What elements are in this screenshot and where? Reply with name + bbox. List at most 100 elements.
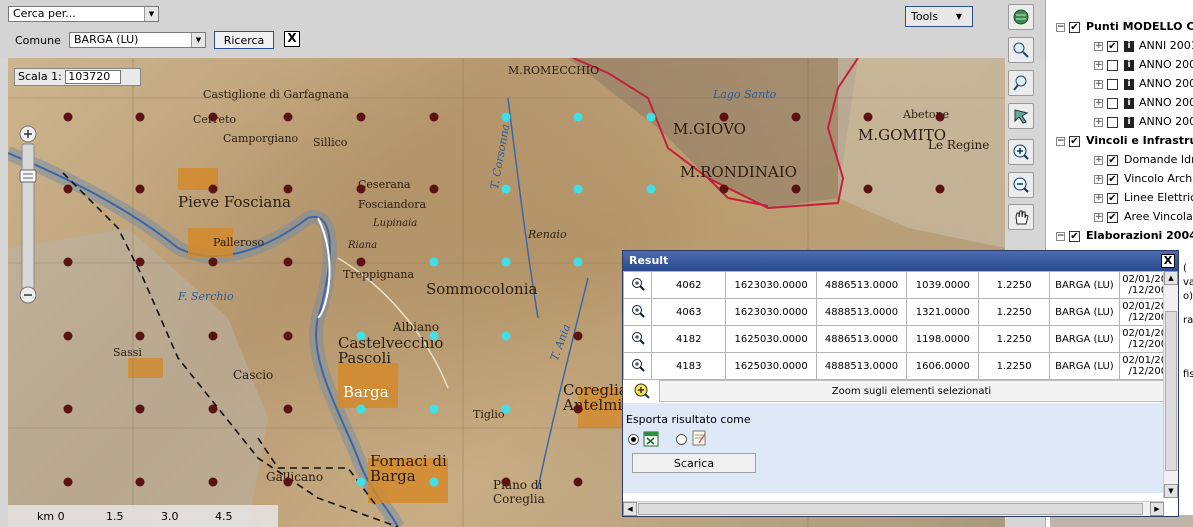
chevron-down-icon[interactable]: ▼ bbox=[191, 33, 205, 47]
selected-grid-point[interactable] bbox=[356, 477, 366, 487]
grid-point[interactable] bbox=[135, 331, 145, 341]
grid-point[interactable] bbox=[63, 331, 73, 341]
selected-grid-point[interactable] bbox=[646, 112, 656, 122]
grid-point[interactable] bbox=[208, 257, 218, 267]
expand-icon[interactable]: + bbox=[1094, 98, 1103, 108]
export-excel-radio[interactable] bbox=[628, 434, 639, 445]
selected-grid-point[interactable] bbox=[429, 477, 439, 487]
tools-menu-button[interactable]: Tools ▼ bbox=[905, 6, 973, 27]
grid-point[interactable] bbox=[863, 112, 873, 122]
export-text-radio[interactable] bbox=[676, 434, 687, 445]
selected-grid-point[interactable] bbox=[429, 331, 439, 341]
zoom-to-icon[interactable] bbox=[631, 331, 645, 345]
grid-point[interactable] bbox=[356, 112, 366, 122]
collapse-icon[interactable]: − bbox=[1056, 22, 1065, 32]
layer-item[interactable]: + ✔ i ANNI 2001-2004 bbox=[1094, 37, 1193, 55]
layer-item[interactable]: + ✔ Aree Vincolate bbox=[1094, 208, 1193, 226]
zoom-to-icon[interactable] bbox=[631, 304, 645, 318]
selected-grid-point[interactable] bbox=[501, 404, 511, 414]
layer-item[interactable]: + i ANNO 2002 bbox=[1094, 75, 1193, 93]
table-row[interactable]: 4183 1625030.0000 4888513.0000 1606.0000 1.2… bbox=[623, 352, 1164, 380]
selected-grid-point[interactable] bbox=[501, 112, 511, 122]
collapse-icon[interactable]: − bbox=[1056, 136, 1065, 146]
layer-item[interactable]: + ✔ Domande Idriche bbox=[1094, 151, 1193, 169]
search-by-select[interactable]: Cerca per... ▼ bbox=[8, 6, 159, 22]
zoom-selected-icon[interactable] bbox=[633, 382, 651, 400]
grid-point[interactable] bbox=[429, 184, 439, 194]
select-area-icon[interactable] bbox=[1008, 103, 1034, 129]
grid-point[interactable] bbox=[283, 112, 293, 122]
grid-point[interactable] bbox=[935, 112, 945, 122]
grid-point[interactable] bbox=[573, 477, 583, 487]
grid-point[interactable] bbox=[283, 184, 293, 194]
info-icon[interactable]: i bbox=[1124, 97, 1134, 109]
zoom-next-icon[interactable] bbox=[1008, 70, 1034, 96]
expand-icon[interactable]: + bbox=[1094, 212, 1103, 222]
grid-point[interactable] bbox=[208, 404, 218, 414]
expand-icon[interactable]: + bbox=[1094, 193, 1103, 203]
close-icon[interactable]: X bbox=[1161, 254, 1175, 268]
table-row[interactable]: 4063 1623030.0000 4888513.0000 1321.0000 1.2… bbox=[623, 298, 1164, 326]
grid-point[interactable] bbox=[63, 404, 73, 414]
chevron-down-icon[interactable]: ▼ bbox=[144, 7, 158, 21]
grid-point[interactable] bbox=[791, 112, 801, 122]
grid-point[interactable] bbox=[283, 404, 293, 414]
layer-checkbox[interactable] bbox=[1107, 78, 1118, 90]
grid-point[interactable] bbox=[135, 184, 145, 194]
zoom-in-icon[interactable] bbox=[1008, 139, 1034, 165]
expand-icon[interactable]: + bbox=[1094, 41, 1103, 51]
info-icon[interactable]: i bbox=[1124, 78, 1134, 90]
grid-point[interactable] bbox=[63, 477, 73, 487]
expand-icon[interactable]: + bbox=[1094, 79, 1103, 89]
scale-input[interactable]: 103720 bbox=[65, 70, 122, 84]
scroll-right-icon[interactable]: ▶ bbox=[1150, 502, 1164, 516]
selected-grid-point[interactable] bbox=[646, 184, 656, 194]
grid-point[interactable] bbox=[135, 404, 145, 414]
layer-checkbox[interactable]: ✔ bbox=[1107, 211, 1118, 223]
layer-group[interactable]: −✔ Vincoli e Infrastrutture bbox=[1056, 132, 1193, 150]
layer-checkbox[interactable]: ✔ bbox=[1107, 154, 1118, 166]
grid-point[interactable] bbox=[208, 112, 218, 122]
selected-grid-point[interactable] bbox=[501, 331, 511, 341]
layer-item[interactable]: + i ANNO 2004 bbox=[1094, 113, 1193, 131]
grid-point[interactable] bbox=[719, 112, 729, 122]
grid-point[interactable] bbox=[135, 112, 145, 122]
layer-checkbox[interactable]: ✔ bbox=[1107, 173, 1118, 185]
grid-point[interactable] bbox=[573, 404, 583, 414]
grid-point[interactable] bbox=[429, 112, 439, 122]
zoom-to-icon[interactable] bbox=[631, 358, 645, 372]
grid-point[interactable] bbox=[719, 184, 729, 194]
grid-point[interactable] bbox=[63, 112, 73, 122]
layer-checkbox[interactable]: ✔ bbox=[1069, 21, 1080, 33]
scroll-up-icon[interactable]: ▲ bbox=[1164, 271, 1178, 285]
grid-point[interactable] bbox=[356, 257, 366, 267]
grid-point[interactable] bbox=[863, 184, 873, 194]
scroll-thumb[interactable] bbox=[638, 503, 1143, 515]
vertical-scrollbar[interactable]: ▲ ▼ bbox=[1163, 271, 1178, 498]
info-icon[interactable]: i bbox=[1124, 59, 1134, 71]
horizontal-scrollbar[interactable]: ◀ ▶ bbox=[623, 501, 1164, 516]
layer-checkbox[interactable]: ✔ bbox=[1107, 40, 1118, 52]
scroll-left-icon[interactable]: ◀ bbox=[623, 502, 637, 516]
comune-select[interactable]: BARGA (LU) ▼ bbox=[69, 32, 206, 48]
layer-checkbox[interactable]: ✔ bbox=[1069, 135, 1080, 147]
grid-point[interactable] bbox=[208, 331, 218, 341]
grid-point[interactable] bbox=[208, 477, 218, 487]
zoom-to-row-cell[interactable] bbox=[623, 298, 653, 326]
layer-checkbox[interactable] bbox=[1107, 116, 1118, 128]
selected-grid-point[interactable] bbox=[573, 184, 583, 194]
zoom-previous-icon[interactable] bbox=[1008, 37, 1034, 63]
zoom-to-icon[interactable] bbox=[631, 277, 645, 291]
grid-point[interactable] bbox=[283, 477, 293, 487]
table-row[interactable]: 4062 1623030.0000 4886513.0000 1039.0000 1.2… bbox=[623, 271, 1164, 299]
result-title-bar[interactable]: Result bbox=[623, 251, 1178, 271]
layer-checkbox[interactable] bbox=[1107, 97, 1118, 109]
grid-point[interactable] bbox=[63, 257, 73, 267]
grid-point[interactable] bbox=[356, 184, 366, 194]
table-row[interactable]: 4182 1625030.0000 4886513.0000 1198.0000 1.2… bbox=[623, 325, 1164, 353]
layer-item[interactable]: + i ANNO 2003 bbox=[1094, 94, 1193, 112]
grid-point[interactable] bbox=[283, 331, 293, 341]
layer-group[interactable]: − ✔ Elaborazioni 2004 bbox=[1056, 227, 1193, 245]
selected-grid-point[interactable] bbox=[356, 404, 366, 414]
zoom-to-row-cell[interactable] bbox=[623, 325, 653, 353]
